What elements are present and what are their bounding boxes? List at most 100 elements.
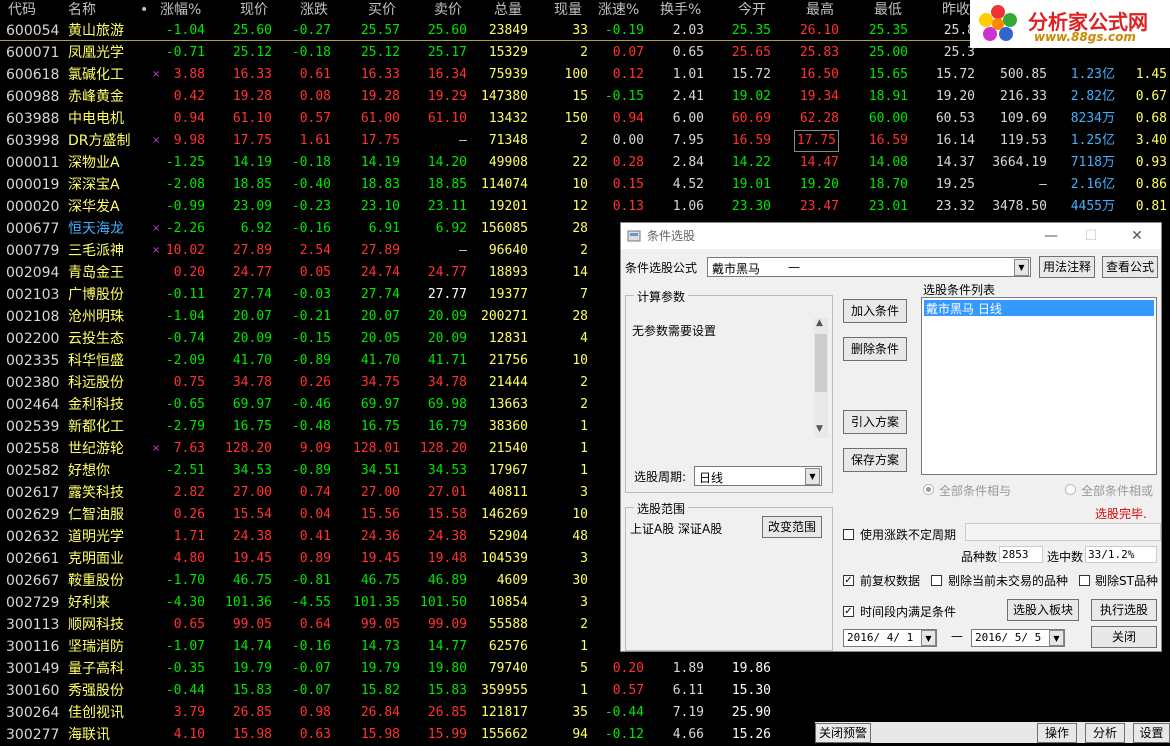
- cell-high: 19.20: [799, 177, 839, 192]
- cell-price: 15.54: [232, 507, 272, 522]
- cell-code: 002103: [6, 287, 60, 303]
- variable-period-checkbox[interactable]: [843, 529, 854, 540]
- cell-c17: 2.82亿: [1070, 89, 1115, 104]
- scroll-up-icon[interactable]: ▲: [816, 318, 823, 328]
- column-header[interactable]: 名称: [68, 0, 96, 20]
- column-header[interactable]: 代码: [8, 0, 36, 20]
- cell-chg: -0.99: [165, 199, 205, 214]
- execute-button[interactable]: 执行选股: [1091, 599, 1157, 621]
- cell-chg: -1.25: [165, 155, 205, 170]
- cell-price: 14.74: [232, 639, 272, 654]
- cell-low: 25.00: [868, 45, 908, 60]
- prev-adjust-checkbox[interactable]: ✓: [843, 575, 854, 586]
- chevron-down-icon[interactable]: ▼: [805, 468, 820, 485]
- cell-cur: 2: [580, 617, 588, 632]
- close-button[interactable]: 关闭: [1091, 626, 1157, 648]
- chevron-down-icon[interactable]: ▼: [1049, 630, 1064, 646]
- add-condition-button[interactable]: 加入条件: [843, 299, 907, 323]
- cell-c17: 7118万: [1070, 155, 1115, 170]
- cell-chg: 2.82: [173, 485, 205, 500]
- cell-bid: 15.56: [360, 507, 400, 522]
- cell-high: 25.83: [799, 45, 839, 60]
- scrollbar-thumb[interactable]: [815, 334, 827, 392]
- column-header[interactable]: 昨收: [942, 0, 970, 20]
- column-header[interactable]: 涨幅%: [160, 0, 201, 20]
- to-block-button[interactable]: 选股入板块: [1007, 599, 1079, 621]
- change-scope-button[interactable]: 改变范围: [762, 516, 822, 538]
- formula-select[interactable]: 戴市黑马 — ▼: [707, 257, 1031, 277]
- column-header[interactable]: 换手%: [660, 0, 701, 20]
- cell-open: 23.30: [731, 199, 771, 214]
- date-from-field[interactable]: 2016/ 4/ 1 ▼: [843, 629, 937, 647]
- cell-code: 002200: [6, 331, 60, 347]
- cell-price: 15.83: [232, 683, 272, 698]
- cell-vol: 4609: [496, 573, 528, 588]
- dialog-titlebar[interactable]: 条件选股 — ☐ ✕: [621, 223, 1161, 249]
- logo-url: www.88gs.com: [1034, 30, 1136, 44]
- cell-price: 26.85: [232, 705, 272, 720]
- date-to-field[interactable]: 2016/ 5/ 5 ▼: [971, 629, 1065, 647]
- condition-list[interactable]: 戴市黑马 日线: [921, 297, 1157, 475]
- radio-and-label: 全部条件相与: [939, 484, 1012, 498]
- exclude-st-label: 剔除ST品种: [1095, 574, 1158, 588]
- radio-and[interactable]: [923, 484, 934, 495]
- chevron-down-icon[interactable]: ▼: [1014, 259, 1029, 276]
- cell-code: 603988: [6, 111, 60, 127]
- params-scrollbar[interactable]: ▲ ▼: [814, 318, 828, 438]
- date-to-value: 2016/ 5/ 5: [975, 631, 1042, 644]
- cell-code: 002094: [6, 265, 60, 281]
- cell-vol: 13663: [488, 397, 528, 412]
- close-icon[interactable]: ✕: [1117, 223, 1157, 249]
- cell-diff: 0.41: [299, 529, 331, 544]
- cell-chg: 0.94: [173, 111, 205, 126]
- cell-chg: 1.71: [173, 529, 205, 544]
- condition-item[interactable]: 戴市黑马 日线: [924, 300, 1154, 316]
- settings-button[interactable]: 设置: [1133, 723, 1170, 743]
- cell-c16: 216.33: [1000, 89, 1047, 104]
- column-header[interactable]: 总量: [494, 0, 522, 20]
- cell-chg: -2.79: [165, 419, 205, 434]
- prev-adjust-label: 前复权数据: [860, 574, 921, 588]
- period-satisfy-checkbox[interactable]: ✓: [843, 606, 854, 617]
- column-header[interactable]: 涨速%: [598, 0, 639, 20]
- minimize-icon[interactable]: —: [1031, 223, 1071, 249]
- column-header[interactable]: 现价: [240, 0, 268, 20]
- view-formula-button[interactable]: 查看公式: [1102, 256, 1158, 278]
- cell-c18: 0.86: [1135, 177, 1167, 192]
- cell-vol: 15329: [488, 45, 528, 60]
- delete-condition-button[interactable]: 删除条件: [843, 337, 907, 361]
- column-header[interactable]: •: [140, 0, 148, 20]
- exclude-untraded-checkbox[interactable]: [931, 575, 942, 586]
- cell-name: 克明面业: [68, 551, 124, 567]
- save-plan-button[interactable]: 保存方案: [843, 448, 907, 472]
- period-select[interactable]: 日线 ▼: [694, 466, 822, 486]
- chevron-down-icon[interactable]: ▼: [921, 630, 936, 646]
- cell-price: 69.97: [232, 397, 272, 412]
- column-header[interactable]: 现量: [554, 0, 582, 20]
- column-header[interactable]: 卖价: [434, 0, 462, 20]
- no-params-text: 无参数需要设置: [632, 324, 717, 338]
- column-header[interactable]: 买价: [368, 0, 396, 20]
- cell-high: 17.75: [793, 130, 839, 152]
- column-header[interactable]: 涨跌: [300, 0, 328, 20]
- cell-ask: 14.20: [427, 155, 467, 170]
- analysis-button[interactable]: 分析: [1085, 723, 1125, 743]
- operations-button[interactable]: 操作: [1037, 723, 1077, 743]
- radio-or[interactable]: [1065, 484, 1076, 495]
- cell-price: 16.75: [232, 419, 272, 434]
- usage-note-button[interactable]: 用法注释: [1039, 256, 1095, 278]
- cell-bid: 19.79: [360, 661, 400, 676]
- cell-cur: 2: [580, 133, 588, 148]
- cell-open: 19.01: [731, 177, 771, 192]
- cell-open: 25.65: [731, 45, 771, 60]
- cell-chg: 0.65: [173, 617, 205, 632]
- column-header[interactable]: 最高: [806, 0, 834, 20]
- scroll-down-icon[interactable]: ▼: [816, 424, 823, 434]
- column-header[interactable]: 今开: [738, 0, 766, 20]
- column-header[interactable]: 最低: [874, 0, 902, 20]
- import-plan-button[interactable]: 引入方案: [843, 410, 907, 434]
- maximize-icon[interactable]: ☐: [1071, 223, 1111, 249]
- exclude-st-checkbox[interactable]: [1079, 575, 1090, 586]
- cell-chg: -1.04: [165, 23, 205, 38]
- close-alert-button[interactable]: 关闭预警: [815, 723, 871, 743]
